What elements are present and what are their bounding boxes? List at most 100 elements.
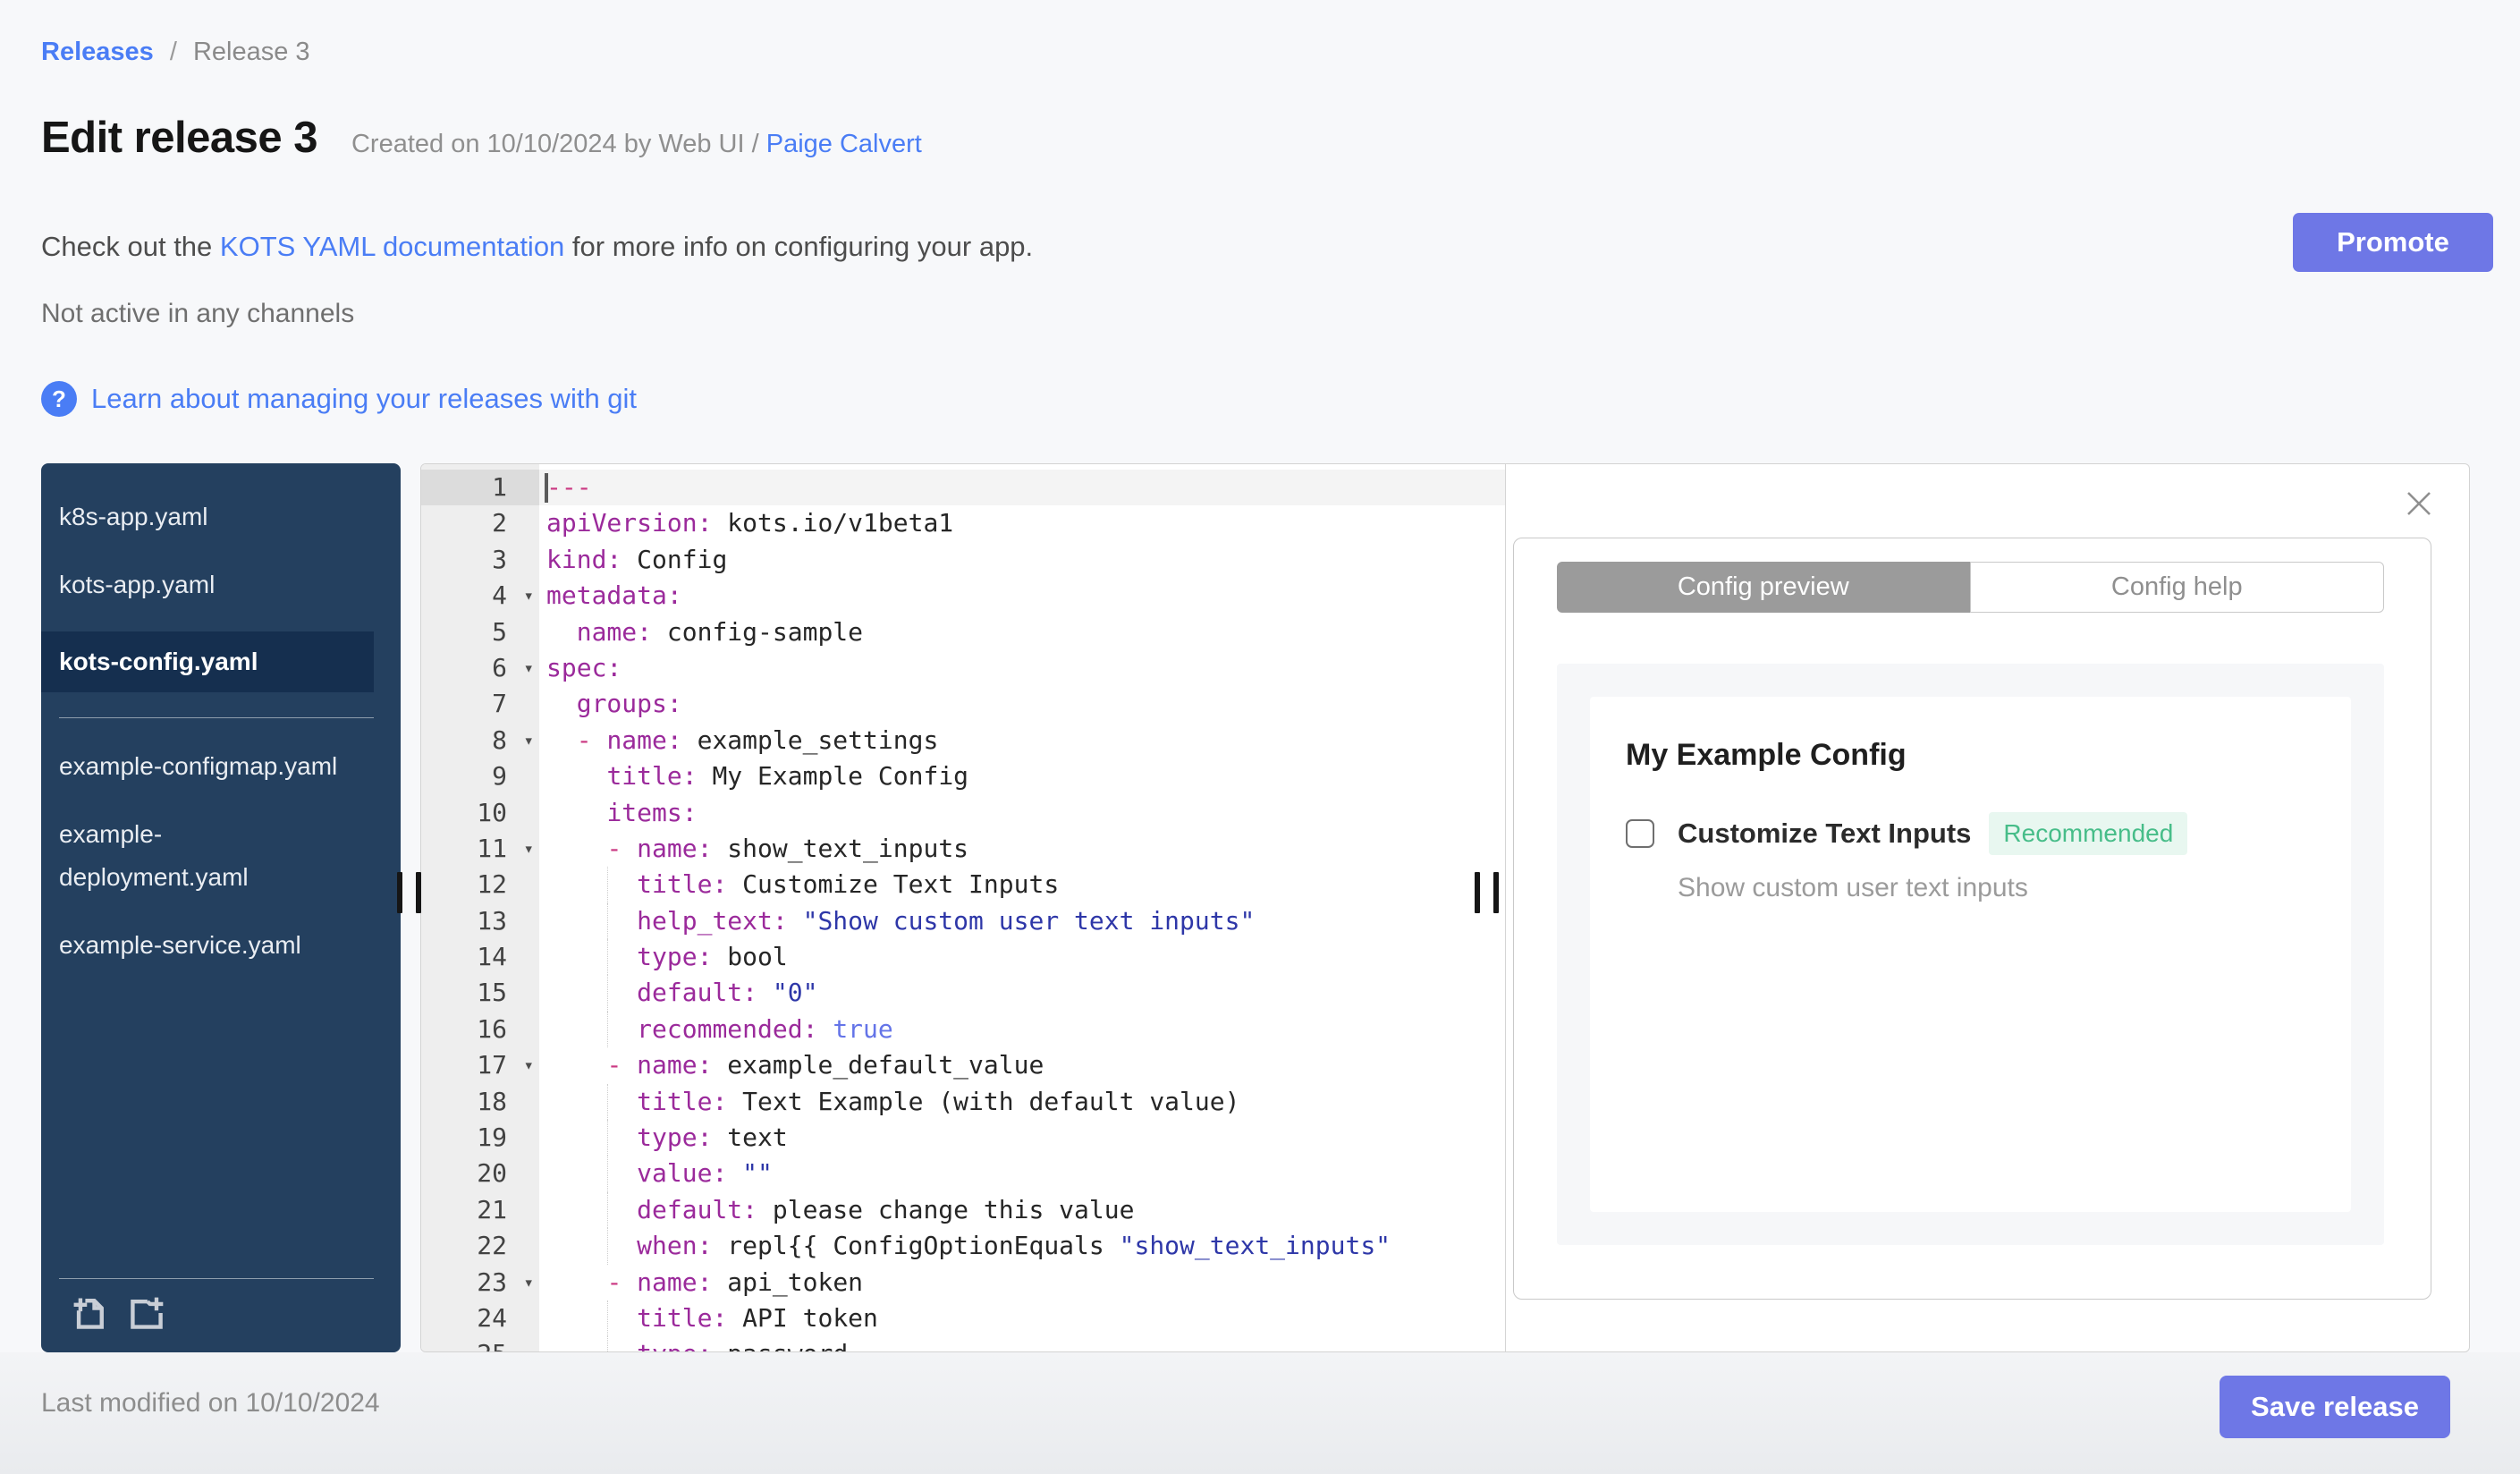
edit-release-screen: Releases / Release 3 Edit release 3 Crea…	[0, 0, 2520, 1474]
author-link[interactable]: Paige Calvert	[766, 130, 922, 158]
line-number: 21	[477, 1194, 507, 1224]
code-text[interactable]: - name: example_settings	[539, 723, 1505, 758]
fold-arrow-icon[interactable]: ▾	[524, 831, 534, 867]
code-text[interactable]: type: text	[539, 1120, 1505, 1156]
code-text[interactable]: groups:	[539, 686, 1505, 722]
config-preview-pane: Config preview Config help My Example Con…	[1506, 464, 2469, 1351]
add-file-icon[interactable]	[70, 1293, 109, 1333]
breadcrumb-current: Release 3	[192, 38, 310, 66]
editor-line-11: 11 ▾ - name: show_text_inputs	[421, 831, 1505, 867]
line-number: 2	[492, 508, 507, 538]
line-number: 7	[492, 689, 507, 719]
editor-line-3: 3 kind: Config	[421, 542, 1505, 578]
config-card: My Example Config Customize Text Inputs …	[1590, 697, 2351, 1212]
question-icon: ?	[41, 381, 77, 417]
code-text[interactable]: items:	[539, 795, 1505, 831]
code-text[interactable]: - name: api_token	[539, 1265, 1505, 1300]
editor-lines: 1 --- 2 apiVersion: kots.io/v1beta1 3 kind: C…	[421, 464, 1505, 1351]
editor-line-9: 9 title: My Example Config	[421, 758, 1505, 794]
code-text[interactable]: - name: show_text_inputs	[539, 831, 1505, 867]
editor-line-19: 19 type: text	[421, 1120, 1505, 1156]
tab-config-preview[interactable]: Config preview	[1557, 562, 1970, 613]
line-number: 12	[477, 869, 507, 900]
code-text[interactable]: metadata:	[539, 578, 1505, 614]
page-title: Edit release 3	[41, 114, 317, 162]
editor-line-22: 22 when: repl{{ ConfigOptionEquals "show…	[421, 1228, 1505, 1265]
code-text[interactable]: recommended: true	[539, 1011, 1505, 1048]
code-text[interactable]: title: API token	[539, 1300, 1505, 1337]
yaml-editor[interactable]: 1 --- 2 apiVersion: kots.io/v1beta1 3 kind: C…	[421, 464, 1505, 1351]
line-number: 22	[477, 1231, 507, 1261]
fold-arrow-icon[interactable]: ▾	[524, 650, 534, 686]
line-number: 19	[477, 1122, 507, 1153]
code-text[interactable]: ---	[539, 470, 1505, 506]
fold-arrow-icon[interactable]: ▾	[524, 1265, 534, 1300]
editor-resize-handle[interactable]	[1475, 872, 1500, 913]
editor-line-2: 2 apiVersion: kots.io/v1beta1	[421, 505, 1505, 541]
code-text[interactable]: help_text: "Show custom user text inputs…	[539, 902, 1505, 940]
preview-box: Config preview Config help My Example Con…	[1513, 538, 2431, 1300]
sidebar-actions	[59, 1278, 374, 1352]
code-text[interactable]: type: bool	[539, 939, 1505, 976]
editor-line-14: 14 type: bool	[421, 939, 1505, 976]
config-item-label: Customize Text Inputs	[1678, 817, 1972, 849]
code-text[interactable]: title: My Example Config	[539, 758, 1505, 794]
kots-yaml-doc-link[interactable]: KOTS YAML documentation	[220, 231, 564, 262]
line-number: 1	[421, 470, 539, 506]
line-number: 5	[492, 616, 507, 647]
close-icon[interactable]	[2401, 486, 2437, 521]
fold-arrow-icon[interactable]: ▾	[524, 578, 534, 614]
code-text[interactable]: when: repl{{ ConfigOptionEquals "show_te…	[539, 1228, 1505, 1265]
editor-line-16: 16 recommended: true	[421, 1011, 1505, 1048]
sidebar-file-example-deployment.yaml[interactable]: example-deployment.yaml	[41, 813, 343, 899]
doc-prefix: Check out the	[41, 231, 220, 262]
line-number: 11 ▾	[421, 831, 539, 867]
line-number: 10	[477, 797, 507, 827]
git-help-link[interactable]: Learn about managing your releases with …	[91, 383, 637, 415]
line-number: 4 ▾	[421, 578, 539, 614]
save-release-button[interactable]: Save release	[2220, 1376, 2450, 1438]
sidebar-file-k8s-app.yaml[interactable]: k8s-app.yaml	[41, 496, 343, 538]
tab-config-help[interactable]: Config help	[1969, 562, 2384, 613]
breadcrumb-releases-link[interactable]: Releases	[41, 38, 154, 66]
code-text[interactable]: - name: example_default_value	[539, 1047, 1505, 1083]
created-info: Created on 10/10/2024 by Web UI / Paige …	[351, 130, 922, 159]
sidebar-file-example-configmap.yaml[interactable]: example-configmap.yaml	[41, 745, 343, 788]
editor-line-20: 20 value: ""	[421, 1156, 1505, 1193]
sidebar-resize-handle[interactable]	[397, 872, 422, 913]
sidebar-file-example-service.yaml[interactable]: example-service.yaml	[41, 924, 343, 967]
code-text[interactable]: apiVersion: kots.io/v1beta1	[539, 505, 1505, 541]
preview-content-area: My Example Config Customize Text Inputs …	[1557, 664, 2384, 1245]
line-number: 16	[477, 1013, 507, 1044]
code-text[interactable]: name: config-sample	[539, 614, 1505, 650]
line-number: 13	[477, 905, 507, 936]
editor-line-8: 8 ▾ - name: example_settings	[421, 723, 1505, 758]
code-text[interactable]: title: Customize Text Inputs	[539, 867, 1505, 904]
fold-arrow-icon[interactable]: ▾	[524, 723, 534, 758]
line-number: 23 ▾	[421, 1265, 539, 1300]
file-list: k8s-app.yaml kots-app.yaml kots-config.yam…	[41, 463, 401, 967]
sidebar-file-kots-config.yaml[interactable]: kots-config.yaml	[41, 631, 374, 692]
fold-arrow-icon[interactable]: ▾	[524, 1047, 534, 1083]
breadcrumb: Releases / Release 3	[41, 38, 310, 67]
channel-status: Not active in any channels	[41, 299, 355, 328]
code-text[interactable]: kind: Config	[539, 542, 1505, 578]
editor-line-5: 5 name: config-sample	[421, 614, 1505, 650]
code-text[interactable]: default: please change this value	[539, 1191, 1505, 1229]
add-folder-icon[interactable]	[127, 1293, 166, 1333]
git-help-row[interactable]: ? Learn about managing your releases wit…	[41, 381, 637, 417]
sidebar-file-kots-app.yaml[interactable]: kots-app.yaml	[41, 563, 343, 606]
customize-text-inputs-checkbox[interactable]	[1626, 819, 1654, 848]
config-item-help-text: Show custom user text inputs	[1678, 873, 2028, 902]
promote-button[interactable]: Promote	[2293, 213, 2493, 272]
code-text[interactable]: value: ""	[539, 1156, 1505, 1193]
code-text[interactable]: default: "0"	[539, 975, 1505, 1012]
line-number: 6 ▾	[421, 650, 539, 686]
code-text[interactable]: type: password	[539, 1336, 1505, 1351]
editor-line-10: 10 items:	[421, 795, 1505, 831]
line-number: 3	[492, 544, 507, 574]
code-text[interactable]: spec:	[539, 650, 1505, 686]
editor-line-17: 17 ▾ - name: example_default_value	[421, 1047, 1505, 1083]
config-group-title: My Example Config	[1626, 738, 1907, 772]
code-text[interactable]: title: Text Example (with default value)	[539, 1083, 1505, 1121]
